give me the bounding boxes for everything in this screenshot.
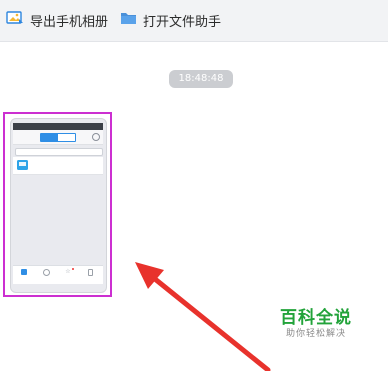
phone-screenshot-image: ☆ — [10, 118, 107, 293]
phone-nav-contacts — [38, 268, 54, 282]
screenshot-thumbnail[interactable]: ☆ — [3, 112, 112, 297]
phone-nav-messages — [16, 268, 32, 282]
export-phone-album-button[interactable]: 导出手机相册 — [6, 8, 108, 32]
phone-tab-inactive — [57, 133, 76, 142]
watermark-title: 百科全说 — [280, 308, 352, 328]
phone-bottom-nav: ☆ — [13, 265, 103, 284]
phone-settings-icon — [92, 133, 100, 141]
phone-nav-me — [82, 268, 98, 282]
phone-computer-icon — [17, 160, 28, 170]
baike-watermark-logo: 百科全说 助你轻松解决 — [276, 308, 356, 340]
phone-list-item — [13, 157, 103, 175]
toolbar: 导出手机相册 打开文件助手 — [0, 0, 388, 42]
open-file-assistant-button[interactable]: 打开文件助手 — [120, 8, 221, 32]
open-file-assistant-label: 打开文件助手 — [143, 14, 222, 30]
phone-status-bar — [13, 123, 103, 130]
message-timestamp: 18:48:48 — [169, 70, 233, 88]
export-phone-album-label: 导出手机相册 — [30, 14, 109, 30]
watermark-subtitle: 助你轻松解决 — [285, 329, 346, 339]
phone-search-bar — [15, 148, 103, 156]
phone-nav-favorites: ☆ — [60, 268, 76, 282]
photo-export-icon — [6, 10, 24, 30]
phone-header — [13, 130, 103, 145]
folder-icon — [120, 11, 137, 29]
